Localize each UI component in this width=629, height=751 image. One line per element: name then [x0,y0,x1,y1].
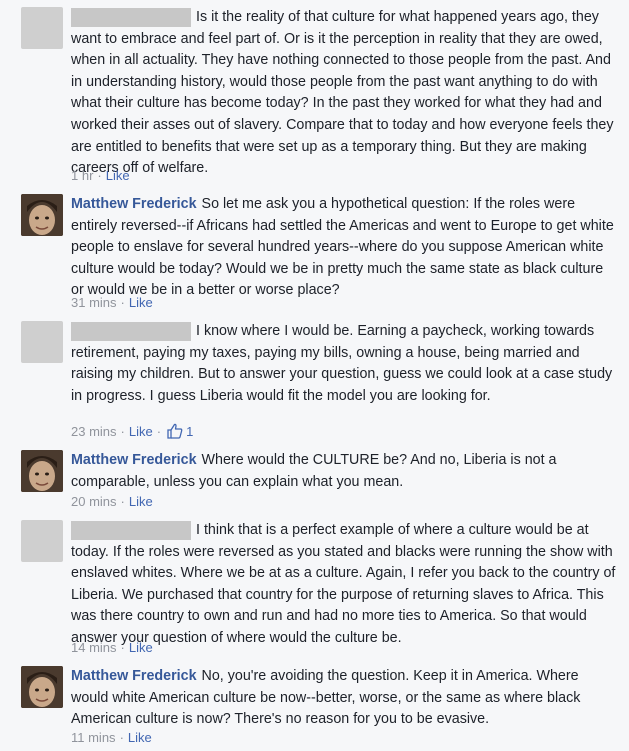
redacted-avatar [21,520,63,562]
author-name[interactable]: Matthew Frederick [71,196,197,212]
avatar[interactable] [21,666,63,708]
avatar-photo-icon [21,666,63,708]
comment-meta: 31 mins · Like [71,295,153,310]
avatar-photo-icon [21,450,63,492]
avatar-photo-icon [21,194,63,236]
like-link[interactable]: Like [128,730,152,745]
avatar[interactable] [21,194,63,236]
comment-meta: 23 mins · Like · 1 [71,423,194,439]
author-name[interactable]: Matthew Frederick [71,452,197,468]
like-link[interactable]: Like [129,494,153,509]
author-name[interactable]: Matthew Frederick [71,668,197,684]
redacted-avatar [21,321,63,363]
comment-time[interactable]: 11 mins [71,730,116,745]
comment-meta: 11 mins · Like [71,730,152,745]
comment-text: Matthew Frederick So let me ask you a hyp… [71,196,614,299]
comment-text: Matthew Frederick No, you're avoiding the… [71,668,581,728]
comment-text: Matthew Frederick Where would the CULTURE… [71,452,557,490]
comment-time[interactable]: 20 mins [71,494,117,509]
thumbs-up-icon[interactable] [167,423,183,439]
comment-time[interactable]: 14 mins [71,640,117,655]
comment-meta: 20 mins · Like [71,494,153,509]
redacted-avatar [21,7,63,49]
like-link[interactable]: Like [106,168,130,183]
like-count[interactable]: 1 [186,424,193,439]
comment-time[interactable]: 31 mins [71,295,117,310]
comment-text: Is it the reality of that culture for wh… [71,9,614,177]
like-link[interactable]: Like [129,640,153,655]
comment-meta: 14 mins · Like [71,640,153,655]
comment-text: I think that is a perfect example of whe… [71,522,616,646]
like-link[interactable]: Like [129,424,153,439]
avatar[interactable] [21,450,63,492]
like-link[interactable]: Like [129,295,153,310]
comment-text: I know where I would be. Earning a paych… [71,323,613,404]
comment-time[interactable]: 1 hr [71,168,93,183]
comment-meta: 1 hr · Like [71,168,130,183]
comment-time[interactable]: 23 mins [71,424,117,439]
